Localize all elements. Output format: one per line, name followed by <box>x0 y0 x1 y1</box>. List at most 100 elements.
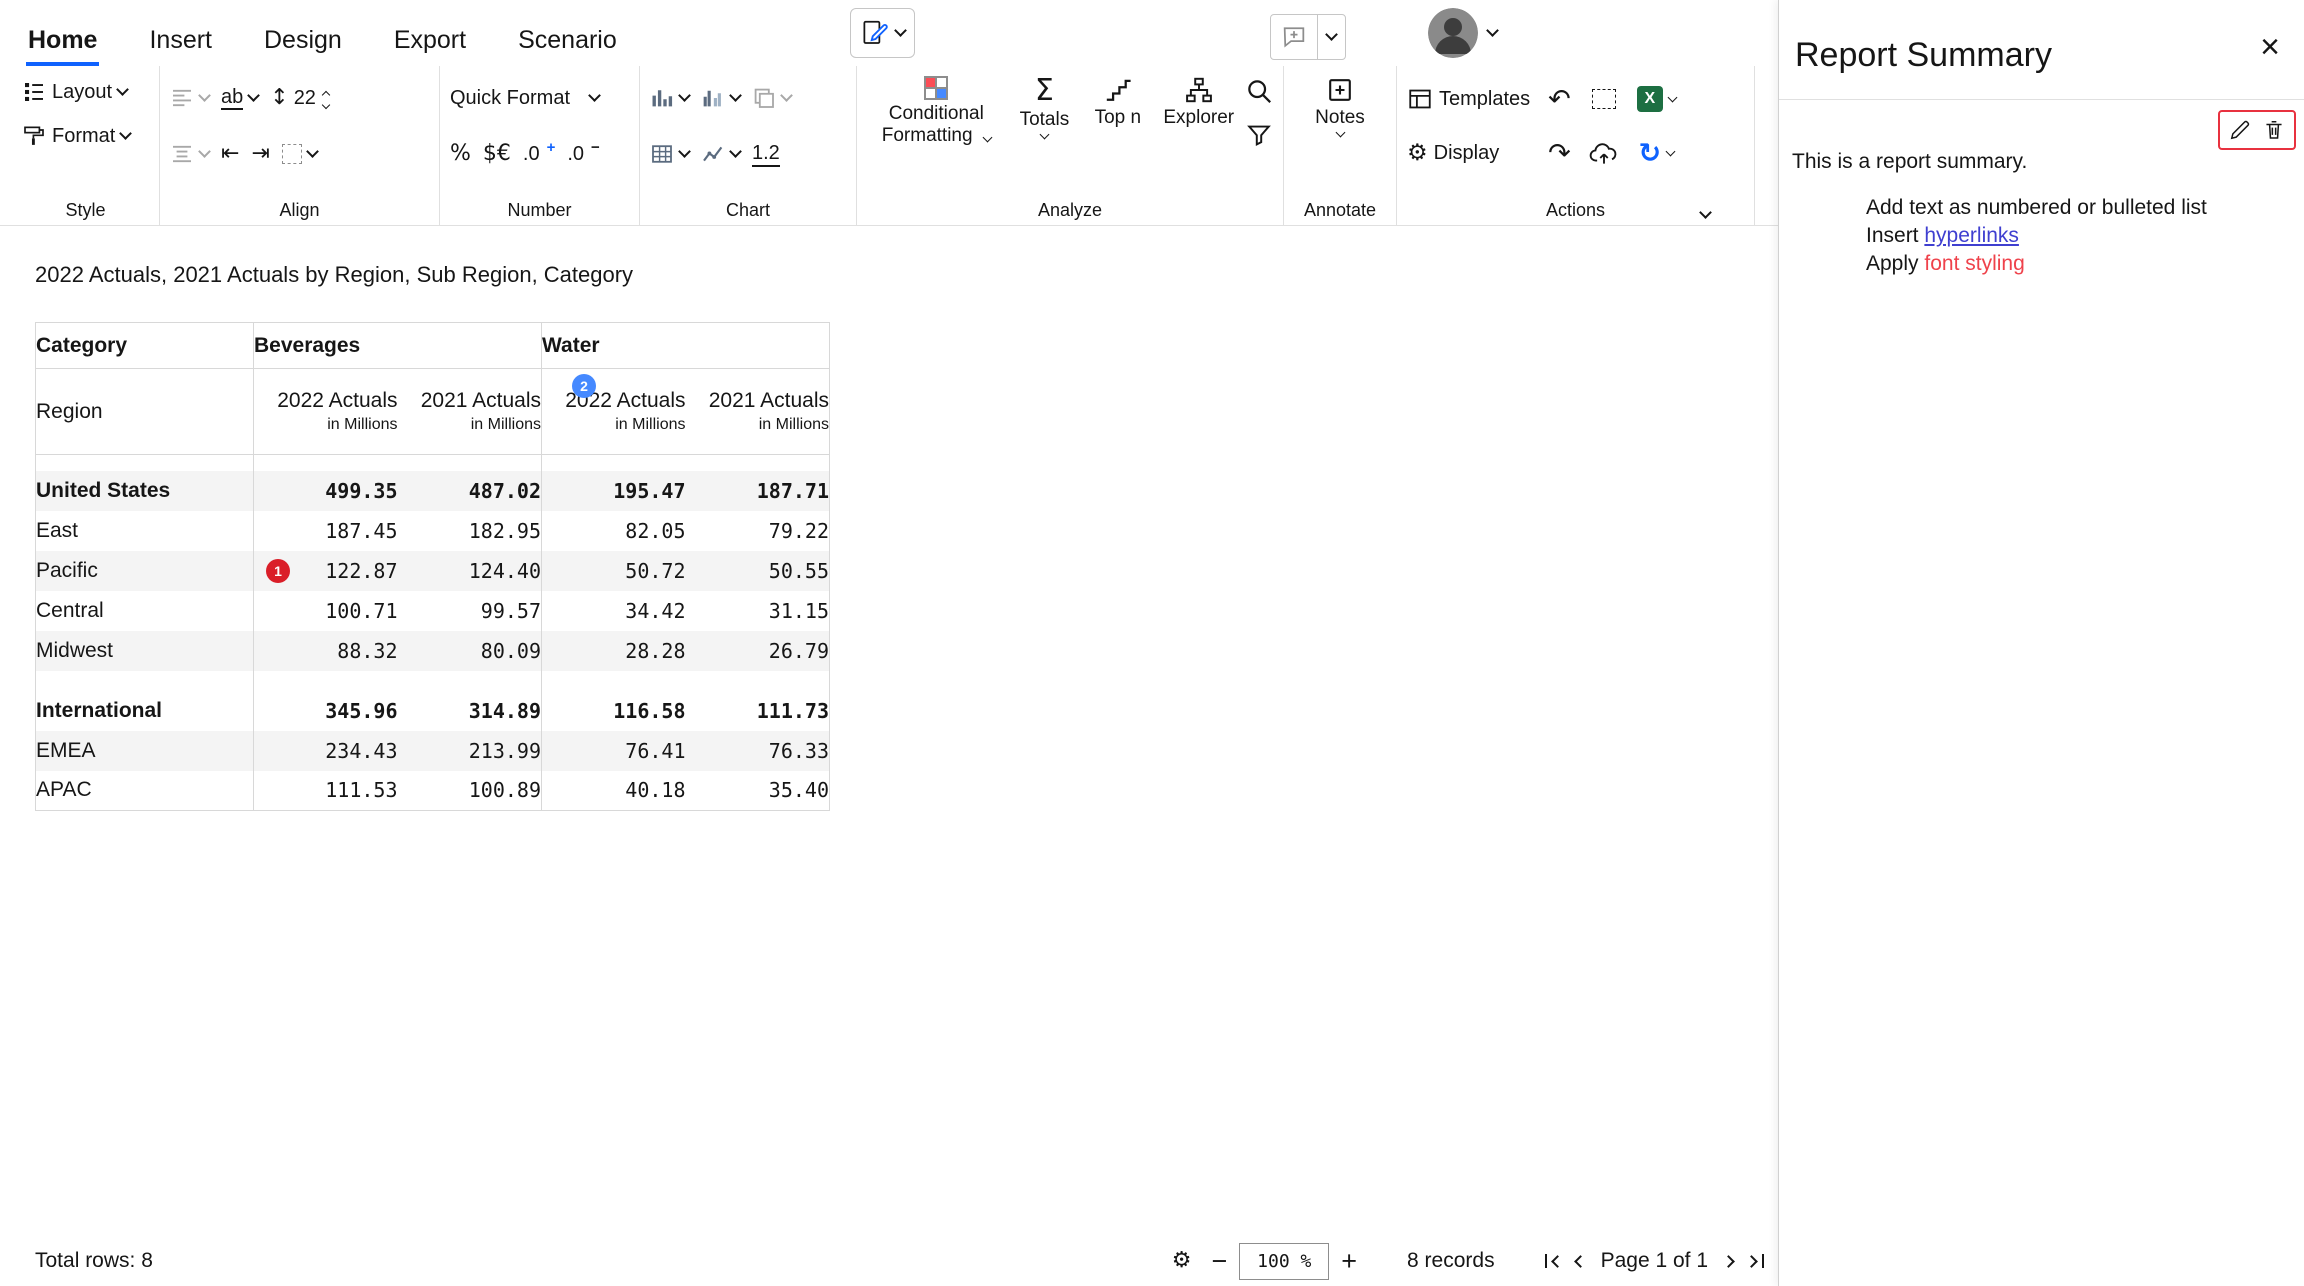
previous-page-button[interactable] <box>1576 1257 1585 1266</box>
decrease-decimal-button[interactable]: .0− <box>567 132 599 176</box>
tab-design[interactable]: Design <box>262 14 344 66</box>
display-button[interactable]: ⚙ Display <box>1407 126 1530 180</box>
row-label-cell[interactable]: Central <box>36 591 254 631</box>
tab-insert[interactable]: Insert <box>147 14 214 66</box>
value-cell[interactable]: 76.33 <box>686 731 830 771</box>
tab-export[interactable]: Export <box>392 14 468 66</box>
row-label-cell[interactable]: East <box>36 511 254 551</box>
pivot-chart-button[interactable] <box>752 76 791 120</box>
column-group-header[interactable]: Water <box>542 323 830 369</box>
undo-button[interactable]: ↶ <box>1548 72 1571 126</box>
value-cell[interactable]: 124.40 <box>398 551 542 591</box>
column-header[interactable]: 22022 Actualsin Millions <box>542 369 686 455</box>
column-header-category[interactable]: Category <box>36 323 254 369</box>
row-label-cell[interactable]: EMEA <box>36 731 254 771</box>
decimal-display-button[interactable]: 1.2 <box>752 132 780 176</box>
text-options-button[interactable]: ab <box>221 76 258 120</box>
zoom-in-button[interactable]: + <box>1337 1246 1361 1277</box>
value-cell[interactable]: 195.47 <box>542 471 686 511</box>
value-cell[interactable]: 116.58 <box>542 691 686 731</box>
hyperlinks-link[interactable]: hyperlinks <box>1924 224 2019 247</box>
value-cell[interactable]: 499.35 <box>254 471 398 511</box>
first-page-button[interactable] <box>1545 1254 1562 1268</box>
horizontal-align-button[interactable] <box>170 76 209 120</box>
user-menu[interactable] <box>1428 8 1497 58</box>
layout-button[interactable]: Layout <box>22 70 149 114</box>
zoom-out-button[interactable]: − <box>1207 1246 1231 1277</box>
value-cell[interactable]: 111.53 <box>254 771 398 811</box>
font-size-value[interactable]: 22 <box>294 87 316 110</box>
value-cell[interactable]: 50.72 <box>542 551 686 591</box>
redo-button[interactable]: ↷ <box>1548 126 1571 180</box>
tab-home[interactable]: Home <box>26 14 99 66</box>
filter-button[interactable] <box>1245 120 1273 150</box>
settings-gear-icon[interactable]: ⚙ <box>1172 1250 1192 1272</box>
row-label-cell[interactable]: International <box>36 691 254 731</box>
value-cell[interactable]: 99.57 <box>398 591 542 631</box>
table-view-button[interactable] <box>650 132 689 176</box>
row-label-cell[interactable]: Pacific <box>36 551 254 591</box>
top-n-button[interactable]: Top n <box>1083 70 1152 182</box>
value-cell[interactable]: 88.32 <box>254 631 398 671</box>
value-cell[interactable]: 76.41 <box>542 731 686 771</box>
increase-decimal-button[interactable]: .0+ <box>523 132 555 176</box>
decrease-indent-button[interactable]: ⇤ <box>221 132 239 176</box>
grouped-chart-button[interactable] <box>701 76 740 120</box>
value-cell[interactable]: 40.18 <box>542 771 686 811</box>
row-label-cell[interactable]: United States <box>36 471 254 511</box>
line-chart-button[interactable] <box>701 132 740 176</box>
value-cell[interactable]: 34.42 <box>542 591 686 631</box>
explorer-button[interactable]: Explorer <box>1158 70 1239 182</box>
format-button[interactable]: Format <box>22 114 149 158</box>
borders-button[interactable] <box>282 132 317 176</box>
currency-format-button[interactable]: $€ <box>483 132 511 176</box>
row-dimension-header[interactable]: Region <box>36 369 254 455</box>
value-cell[interactable]: 345.96 <box>254 691 398 731</box>
value-cell[interactable]: 213.99 <box>398 731 542 771</box>
value-cell[interactable]: 1122.87 <box>254 551 398 591</box>
column-group-header[interactable]: Beverages <box>254 323 542 369</box>
value-cell[interactable]: 31.15 <box>686 591 830 631</box>
annotation-badge[interactable]: 1 <box>266 559 290 583</box>
add-annotation-button[interactable] <box>1271 15 1317 59</box>
edit-summary-button[interactable] <box>2229 118 2251 142</box>
value-cell[interactable]: 26.79 <box>686 631 830 671</box>
selection-button[interactable] <box>1589 72 1619 126</box>
value-cell[interactable]: 234.43 <box>254 731 398 771</box>
font-size-stepper[interactable] <box>323 89 329 108</box>
next-page-button[interactable] <box>1724 1257 1733 1266</box>
row-label-cell[interactable]: Midwest <box>36 631 254 671</box>
export-excel-button[interactable]: X <box>1637 72 1676 126</box>
value-cell[interactable]: 28.28 <box>542 631 686 671</box>
increase-indent-button[interactable]: ⇥ <box>251 132 269 176</box>
vertical-align-button[interactable] <box>170 132 209 176</box>
value-cell[interactable]: 100.89 <box>398 771 542 811</box>
edit-mode-button[interactable] <box>850 8 915 58</box>
value-cell[interactable]: 111.73 <box>686 691 830 731</box>
value-cell[interactable]: 487.02 <box>398 471 542 511</box>
bar-chart-button[interactable] <box>650 76 689 120</box>
value-cell[interactable]: 82.05 <box>542 511 686 551</box>
refresh-button[interactable]: ↻ <box>1637 126 1676 180</box>
column-header[interactable]: 2021 Actualsin Millions <box>686 369 830 455</box>
value-cell[interactable]: 50.55 <box>686 551 830 591</box>
value-cell[interactable]: 80.09 <box>398 631 542 671</box>
column-header[interactable]: 2021 Actualsin Millions <box>398 369 542 455</box>
value-cell[interactable]: 35.40 <box>686 771 830 811</box>
value-cell[interactable]: 182.95 <box>398 511 542 551</box>
publish-button[interactable] <box>1589 126 1619 180</box>
add-annotation-dropdown[interactable] <box>1317 15 1345 59</box>
percent-format-button[interactable]: % <box>450 132 471 176</box>
value-cell[interactable]: 314.89 <box>398 691 542 731</box>
row-label-cell[interactable]: APAC <box>36 771 254 811</box>
notes-button[interactable]: Notes <box>1297 70 1383 182</box>
last-page-button[interactable] <box>1747 1254 1764 1268</box>
totals-button[interactable]: Σ Totals <box>1012 70 1078 182</box>
value-cell[interactable]: 100.71 <box>254 591 398 631</box>
templates-button[interactable]: Templates <box>1407 72 1530 126</box>
search-button[interactable] <box>1245 76 1273 106</box>
value-cell[interactable]: 79.22 <box>686 511 830 551</box>
value-cell[interactable]: 187.45 <box>254 511 398 551</box>
comment-badge[interactable]: 2 <box>572 374 596 398</box>
column-header[interactable]: 2022 Actualsin Millions <box>254 369 398 455</box>
